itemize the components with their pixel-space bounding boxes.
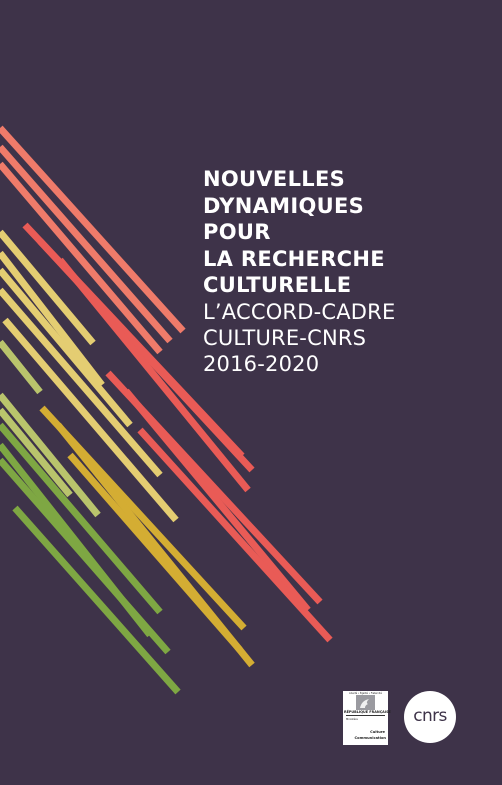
- stripe: [137, 427, 333, 643]
- stripe: [123, 388, 311, 613]
- marianne-emblem-icon: [356, 695, 375, 710]
- title-line-2: DYNAMIQUES: [203, 193, 365, 218]
- ministry-communication: Communication: [354, 736, 386, 740]
- cover-page: NOUVELLES DYNAMIQUES POUR LA RECHERCHE C…: [0, 0, 502, 785]
- subtitle-line-1: L’ACCORD-CADRE: [203, 299, 396, 324]
- stripe: [0, 144, 173, 344]
- decorative-stripes: [0, 125, 333, 695]
- subtitle-line-2: CULTURE-CNRS: [203, 325, 367, 350]
- title-line-5: CULTURELLE: [203, 273, 352, 297]
- ministry-logo: Liberté • Égalité • Fraternité RÉPUBLIQU…: [343, 691, 391, 745]
- title-line-3: POUR: [203, 220, 271, 244]
- cnrs-logo-icon: cnrs: [404, 691, 456, 743]
- ministry-culture: Culture: [370, 730, 385, 734]
- ministry-label: Ministère: [346, 718, 358, 721]
- title-block: NOUVELLES DYNAMIQUES POUR LA RECHERCHE C…: [203, 166, 493, 377]
- stripe: [0, 457, 171, 655]
- title-line-1: NOUVELLES: [203, 167, 346, 191]
- title-line-4: LA RECHERCHE: [203, 246, 385, 271]
- ministry-republic: RÉPUBLIQUE FRANÇAISE: [344, 710, 391, 714]
- cnrs-logo-text: cnrs: [413, 706, 447, 726]
- subtitle-line-3: 2016-2020: [203, 351, 320, 376]
- ministry-divider: [346, 715, 385, 716]
